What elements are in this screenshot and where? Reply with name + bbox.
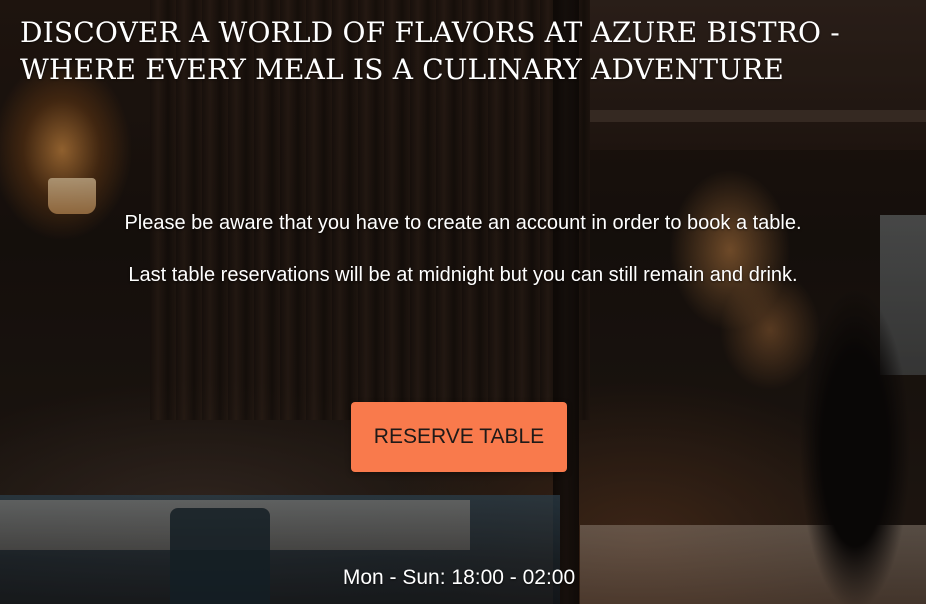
- reserve-table-button[interactable]: RESERVE TABLE: [351, 402, 567, 472]
- hero-dark-overlay: [0, 0, 926, 604]
- hero-section: DISCOVER A WORLD OF FLAVORS AT AZURE BIS…: [0, 0, 926, 604]
- account-required-notice: Please be aware that you have to create …: [124, 212, 802, 234]
- last-reservation-notice: Last table reservations will be at midni…: [128, 264, 798, 286]
- opening-hours: Mon - Sun: 18:00 - 02:00: [342, 566, 576, 589]
- hero-headline: DISCOVER A WORLD OF FLAVORS AT AZURE BIS…: [20, 16, 840, 86]
